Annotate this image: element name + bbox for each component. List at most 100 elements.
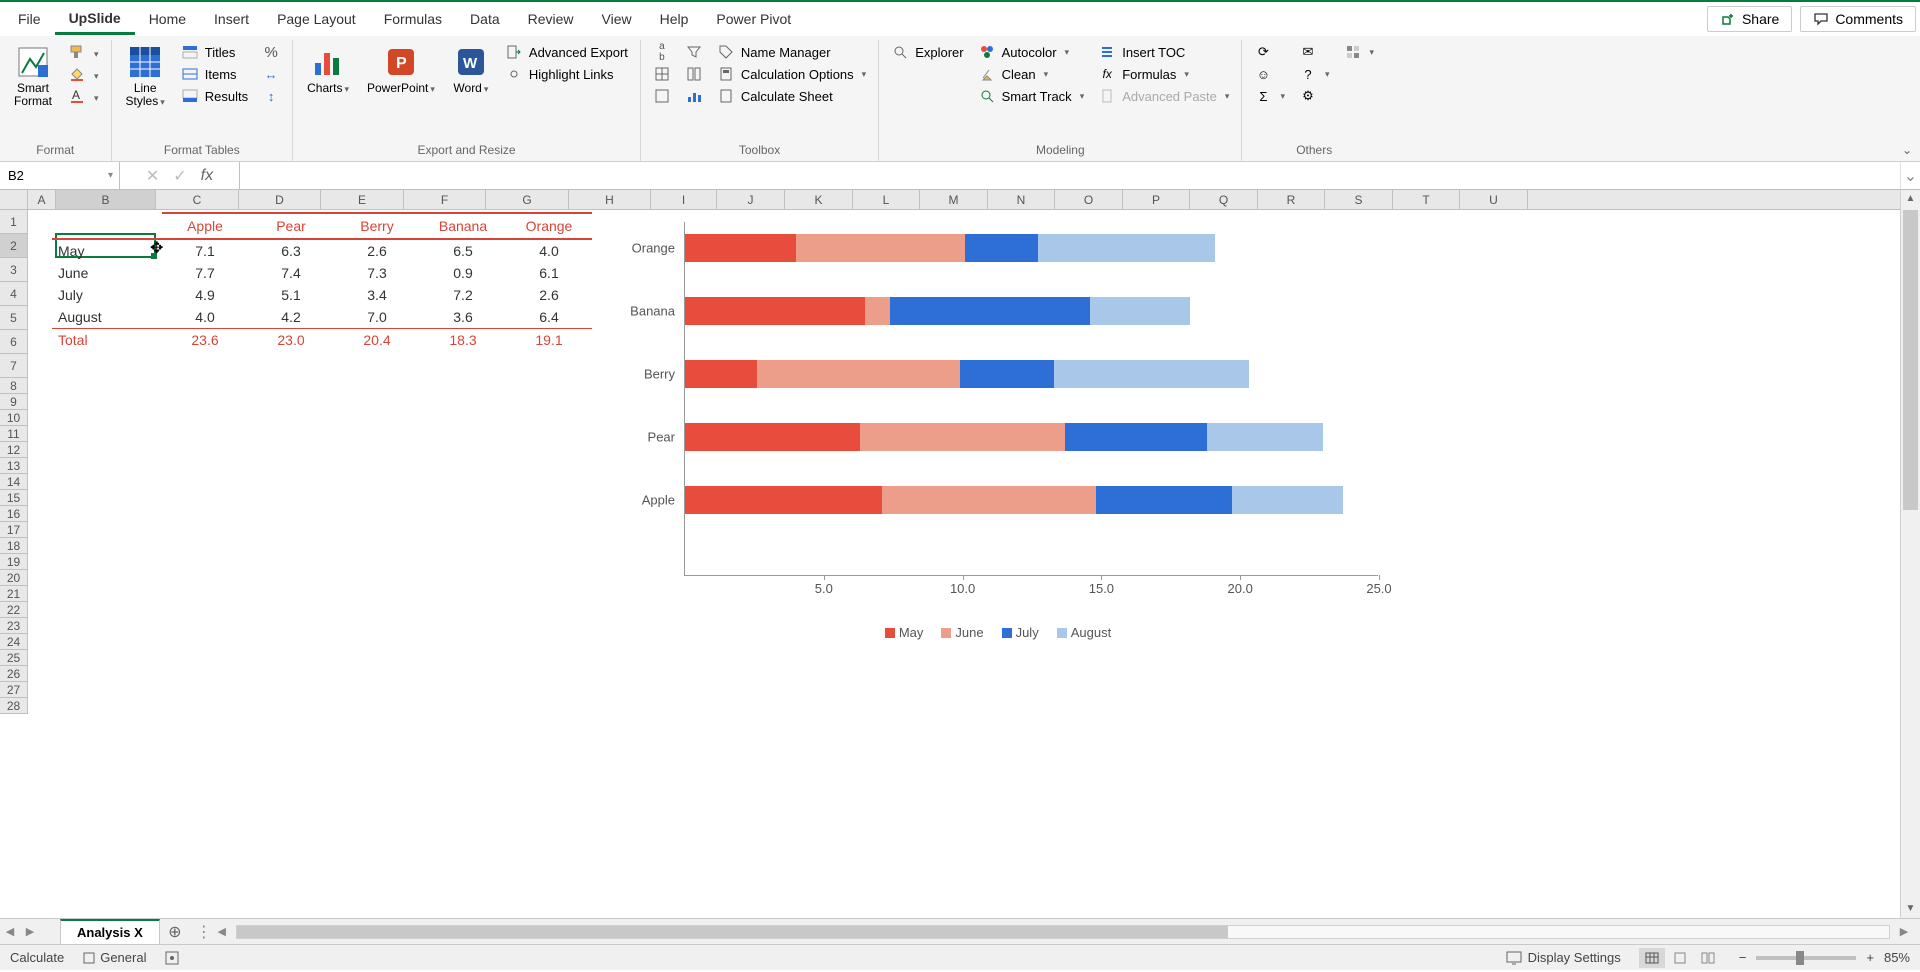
name-box[interactable]: B2 xyxy=(0,162,120,189)
items-button[interactable]: Items xyxy=(177,64,252,84)
row-head-24[interactable]: 24 xyxy=(0,634,27,650)
tb-btn-2[interactable] xyxy=(649,64,675,84)
width-button[interactable]: ↔ xyxy=(258,64,284,84)
insert-toc-button[interactable]: Insert TOC xyxy=(1094,42,1233,62)
col-head-I[interactable]: I xyxy=(651,190,717,209)
col-head-G[interactable]: G xyxy=(486,190,569,209)
row-head-21[interactable]: 21 xyxy=(0,586,27,602)
tab-help[interactable]: Help xyxy=(646,5,703,33)
results-button[interactable]: Results xyxy=(177,86,252,106)
fx-button[interactable]: fx xyxy=(201,167,213,185)
row-head-2[interactable]: 2 xyxy=(0,234,27,258)
tb-btn-5[interactable] xyxy=(681,64,707,84)
hscroll-left[interactable]: ◀ xyxy=(212,925,232,938)
tab-data[interactable]: Data xyxy=(456,5,514,33)
row-head-19[interactable]: 19 xyxy=(0,554,27,570)
format-paint-button[interactable] xyxy=(64,42,103,62)
zoom-slider[interactable] xyxy=(1756,956,1856,960)
row-head-9[interactable]: 9 xyxy=(0,394,27,410)
height-button[interactable]: ↕ xyxy=(258,86,284,106)
sheet-tab-active[interactable]: Analysis X xyxy=(60,919,160,944)
row-head-4[interactable]: 4 xyxy=(0,282,27,306)
tb-btn-3[interactable] xyxy=(649,86,675,106)
col-head-R[interactable]: R xyxy=(1258,190,1325,209)
formula-input[interactable] xyxy=(240,162,1900,189)
col-head-T[interactable]: T xyxy=(1393,190,1460,209)
zoom-level[interactable]: 85% xyxy=(1884,950,1910,965)
col-head-H[interactable]: H xyxy=(569,190,651,209)
row-head-23[interactable]: 23 xyxy=(0,618,27,634)
col-head-P[interactable]: P xyxy=(1123,190,1190,209)
autocolor-button[interactable]: Autocolor xyxy=(974,42,1089,62)
row-head-11[interactable]: 11 xyxy=(0,426,27,442)
row-head-8[interactable]: 8 xyxy=(0,378,27,394)
comments-button[interactable]: Comments xyxy=(1800,6,1916,32)
smart-track-button[interactable]: Smart Track xyxy=(974,86,1089,106)
tab-insert[interactable]: Insert xyxy=(200,5,263,33)
col-head-B[interactable]: B xyxy=(56,190,156,209)
row-head-13[interactable]: 13 xyxy=(0,458,27,474)
tab-review[interactable]: Review xyxy=(514,5,588,33)
row-head-20[interactable]: 20 xyxy=(0,570,27,586)
col-head-C[interactable]: C xyxy=(156,190,239,209)
col-head-J[interactable]: J xyxy=(717,190,785,209)
charts-button[interactable]: Charts xyxy=(301,42,355,97)
tab-nav-next[interactable]: ▶ xyxy=(20,919,40,944)
share-button[interactable]: Share xyxy=(1707,6,1792,32)
tab-formulas[interactable]: Formulas xyxy=(370,5,456,33)
row-head-14[interactable]: 14 xyxy=(0,474,27,490)
row-head-25[interactable]: 25 xyxy=(0,650,27,666)
smart-format-button[interactable]: Smart Format xyxy=(8,42,58,110)
highlight-links-button[interactable]: Highlight Links xyxy=(501,64,632,84)
oth-2[interactable]: ☺ xyxy=(1250,64,1289,84)
col-head-E[interactable]: E xyxy=(321,190,404,209)
formulas-button[interactable]: fxFormulas xyxy=(1094,64,1233,84)
row-head-3[interactable]: 3 xyxy=(0,258,27,282)
cells-area[interactable]: ✥ ApplePearBerryBananaOrangeMay7.16.32.6… xyxy=(28,210,1900,918)
add-sheet-button[interactable]: ⊕ xyxy=(160,919,190,944)
scroll-up-arrow[interactable]: ▲ xyxy=(1901,190,1920,208)
col-head-D[interactable]: D xyxy=(239,190,321,209)
col-head-S[interactable]: S xyxy=(1325,190,1393,209)
tab-file[interactable]: File xyxy=(4,5,55,33)
macro-record-icon[interactable] xyxy=(164,950,180,966)
col-head-O[interactable]: O xyxy=(1055,190,1123,209)
row-head-28[interactable]: 28 xyxy=(0,698,27,714)
ribbon-collapse-button[interactable]: ⌄ xyxy=(1902,143,1912,157)
zoom-in[interactable]: + xyxy=(1866,950,1874,965)
clean-button[interactable]: Clean xyxy=(974,64,1089,84)
powerpoint-button[interactable]: P PowerPoint xyxy=(361,42,441,97)
col-head-N[interactable]: N xyxy=(988,190,1055,209)
tab-view[interactable]: View xyxy=(588,5,646,33)
horizontal-scrollbar[interactable] xyxy=(236,925,1890,939)
tab-page-layout[interactable]: Page Layout xyxy=(263,5,370,33)
embedded-chart[interactable]: OrangeBananaBerryPearApple5.010.015.020.… xyxy=(608,218,1388,648)
vertical-scrollbar[interactable]: ▲ ▼ xyxy=(1900,190,1920,918)
display-settings-button[interactable]: Display Settings xyxy=(1506,950,1621,965)
column-headers[interactable]: ABCDEFGHIJKLMNOPQRSTU xyxy=(0,190,1900,210)
row-head-22[interactable]: 22 xyxy=(0,602,27,618)
calc-options-button[interactable]: Calculation Options xyxy=(713,64,870,84)
row-head-27[interactable]: 27 xyxy=(0,682,27,698)
advanced-paste-button[interactable]: Advanced Paste xyxy=(1094,86,1233,106)
cancel-formula-icon[interactable]: ✕ xyxy=(146,166,159,186)
tab-nav-prev[interactable]: ◀ xyxy=(0,919,20,944)
fill-color-button[interactable] xyxy=(64,64,103,84)
view-normal[interactable] xyxy=(1639,948,1665,968)
oth-4[interactable]: ✉ xyxy=(1295,42,1334,62)
tb-btn-1[interactable]: ab xyxy=(649,42,675,62)
col-head-F[interactable]: F xyxy=(404,190,486,209)
tab-power-pivot[interactable]: Power Pivot xyxy=(702,5,805,33)
row-head-18[interactable]: 18 xyxy=(0,538,27,554)
row-head-26[interactable]: 26 xyxy=(0,666,27,682)
scroll-down-arrow[interactable]: ▼ xyxy=(1901,900,1920,918)
explorer-button[interactable]: Explorer xyxy=(887,42,967,62)
col-head-K[interactable]: K xyxy=(785,190,853,209)
oth-7[interactable] xyxy=(1340,42,1379,62)
zoom-out[interactable]: − xyxy=(1739,950,1747,965)
oth-3[interactable]: Σ xyxy=(1250,86,1289,106)
advanced-export-button[interactable]: Advanced Export xyxy=(501,42,632,62)
tb-btn-6[interactable] xyxy=(681,86,707,106)
tab-upslide[interactable]: UpSlide xyxy=(55,4,135,35)
formula-expand[interactable]: ⌄ xyxy=(1900,162,1920,189)
